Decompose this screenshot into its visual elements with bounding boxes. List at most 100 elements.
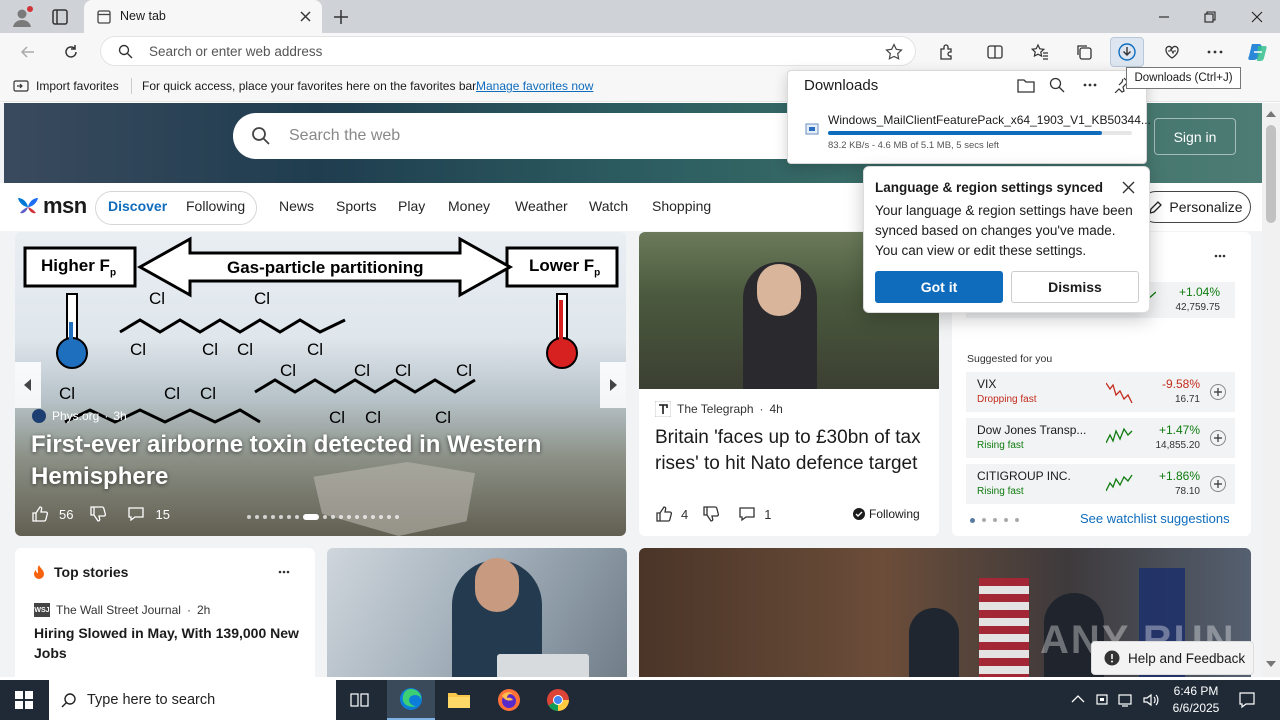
scroll-thumb[interactable] bbox=[1266, 125, 1276, 223]
favorites-icon[interactable] bbox=[1025, 37, 1055, 67]
like-icon[interactable] bbox=[31, 505, 49, 523]
page-scrollbar[interactable] bbox=[1262, 103, 1280, 677]
copilot-icon[interactable] bbox=[1243, 37, 1273, 67]
task-view-button[interactable] bbox=[336, 680, 384, 720]
comment-icon[interactable] bbox=[738, 505, 756, 523]
taskbar-file-explorer[interactable] bbox=[435, 680, 483, 720]
wsj-headline[interactable]: Hiring Slowed in May, With 139,000 New J… bbox=[34, 623, 302, 663]
carousel-dot-active[interactable] bbox=[303, 514, 319, 520]
nav-money[interactable]: Money bbox=[448, 198, 490, 214]
carousel-dot[interactable] bbox=[323, 515, 327, 519]
hero-story-card[interactable]: Higher Fp Gas-particle partitioning Lowe… bbox=[15, 232, 626, 536]
taskbar-edge[interactable] bbox=[387, 680, 435, 720]
notifications-icon[interactable] bbox=[1238, 691, 1256, 709]
carousel-dot[interactable] bbox=[355, 515, 359, 519]
tab-new-tab[interactable]: New tab bbox=[84, 0, 322, 33]
back-button[interactable] bbox=[13, 37, 43, 67]
watchlist-row[interactable]: CITIGROUP INC. Rising fast +1.86% 78.10 bbox=[966, 464, 1235, 504]
sign-in-button[interactable]: Sign in bbox=[1154, 118, 1236, 155]
nav-sports[interactable]: Sports bbox=[336, 198, 376, 214]
carousel-dot[interactable] bbox=[347, 515, 351, 519]
help-feedback-button[interactable]: Help and Feedback bbox=[1091, 641, 1254, 675]
carousel-dot[interactable] bbox=[263, 515, 267, 519]
carousel-prev-button[interactable] bbox=[15, 362, 41, 408]
extensions-icon[interactable] bbox=[932, 37, 962, 67]
address-bar[interactable]: Search or enter web address bbox=[100, 36, 916, 66]
volume-icon[interactable] bbox=[1142, 692, 1160, 708]
nav-news[interactable]: News bbox=[279, 198, 314, 214]
add-to-watchlist-icon[interactable] bbox=[1210, 476, 1226, 492]
top-stories-more-icon[interactable] bbox=[278, 570, 290, 574]
dismiss-button[interactable]: Dismiss bbox=[1011, 271, 1139, 303]
hero-headline[interactable]: First-ever airborne toxin detected in We… bbox=[31, 429, 591, 493]
taskbar-chrome[interactable] bbox=[534, 680, 582, 720]
carousel-dot[interactable] bbox=[395, 515, 399, 519]
collections-icon[interactable] bbox=[1069, 37, 1099, 67]
settings-more-icon[interactable] bbox=[1200, 37, 1230, 67]
search-downloads-icon[interactable] bbox=[1049, 77, 1065, 93]
carousel-dot[interactable] bbox=[371, 515, 375, 519]
manage-favorites-link[interactable]: Manage favorites now bbox=[476, 79, 593, 93]
downloads-icon[interactable] bbox=[1110, 37, 1144, 67]
watchlist-more-icon[interactable] bbox=[1214, 254, 1226, 258]
taskbar-search[interactable]: Type here to search bbox=[49, 680, 336, 720]
page-dot[interactable] bbox=[1015, 518, 1019, 522]
refresh-button[interactable] bbox=[56, 37, 86, 67]
tray-chevron-icon[interactable] bbox=[1071, 694, 1085, 704]
clock[interactable]: 6:46 PM 6/6/2025 bbox=[1164, 683, 1228, 717]
downloads-more-icon[interactable] bbox=[1083, 83, 1097, 87]
close-tab-icon[interactable] bbox=[299, 10, 312, 23]
add-to-watchlist-icon[interactable] bbox=[1210, 430, 1226, 446]
carousel-next-button[interactable] bbox=[600, 362, 626, 408]
dislike-icon[interactable] bbox=[702, 505, 720, 523]
new-tab-button[interactable] bbox=[331, 7, 351, 27]
see-watchlist-suggestions-link[interactable]: See watchlist suggestions bbox=[1080, 511, 1230, 526]
carousel-dot[interactable] bbox=[295, 515, 299, 519]
nav-watch[interactable]: Watch bbox=[589, 198, 628, 214]
carousel-dot[interactable] bbox=[247, 515, 251, 519]
popup-close-icon[interactable] bbox=[1122, 181, 1135, 194]
watchlist-row[interactable]: Dow Jones Transp... Rising fast +1.47% 14,8… bbox=[966, 418, 1235, 458]
carousel-dot[interactable] bbox=[387, 515, 391, 519]
profile-icon[interactable] bbox=[10, 5, 34, 29]
carousel-dot[interactable] bbox=[331, 515, 335, 519]
page-dot[interactable] bbox=[1004, 518, 1008, 522]
favorite-star-icon[interactable] bbox=[885, 43, 903, 61]
close-window-button[interactable] bbox=[1234, 0, 1280, 33]
carousel-dot[interactable] bbox=[271, 515, 275, 519]
carousel-dot[interactable] bbox=[279, 515, 283, 519]
tab-actions-icon[interactable] bbox=[50, 7, 70, 27]
split-screen-icon[interactable] bbox=[980, 37, 1010, 67]
add-to-watchlist-icon[interactable] bbox=[1210, 384, 1226, 400]
scroll-down-arrow[interactable] bbox=[1266, 661, 1276, 667]
network-icon[interactable] bbox=[1118, 692, 1134, 708]
carousel-dot[interactable] bbox=[379, 515, 383, 519]
web-search-box[interactable]: Search the web bbox=[233, 113, 813, 159]
page-dot[interactable] bbox=[993, 518, 997, 522]
nav-weather[interactable]: Weather bbox=[515, 198, 568, 214]
carousel-dot[interactable] bbox=[363, 515, 367, 519]
tab-discover[interactable]: Discover bbox=[108, 198, 167, 214]
page-dot[interactable] bbox=[982, 518, 986, 522]
telegraph-headline[interactable]: Britain 'faces up to £30bn of tax rises'… bbox=[655, 425, 927, 477]
got-it-button[interactable]: Got it bbox=[875, 271, 1003, 303]
tab-following[interactable]: Following bbox=[186, 198, 245, 214]
dislike-icon[interactable] bbox=[89, 505, 107, 523]
personalize-button[interactable]: Personalize bbox=[1140, 191, 1251, 223]
scroll-up-arrow[interactable] bbox=[1266, 111, 1276, 117]
open-folder-icon[interactable] bbox=[1017, 77, 1035, 93]
comment-icon[interactable] bbox=[127, 505, 145, 523]
restore-button[interactable] bbox=[1187, 0, 1233, 33]
following-badge[interactable]: Following bbox=[853, 507, 920, 521]
nav-shopping[interactable]: Shopping bbox=[652, 198, 711, 214]
page-dot-active[interactable] bbox=[970, 518, 975, 523]
msn-logo[interactable]: msn bbox=[16, 193, 87, 219]
import-favorites-button[interactable]: Import favorites bbox=[13, 78, 119, 94]
taskbar-firefox[interactable] bbox=[485, 680, 533, 720]
minimize-button[interactable] bbox=[1141, 0, 1187, 33]
start-button[interactable] bbox=[0, 680, 48, 720]
like-icon[interactable] bbox=[655, 505, 673, 523]
browser-essentials-icon[interactable] bbox=[1157, 37, 1187, 67]
lifestyle-image-card[interactable] bbox=[327, 548, 627, 677]
download-item[interactable]: Windows_MailClientFeaturePack_x64_1903_V… bbox=[796, 109, 1151, 155]
